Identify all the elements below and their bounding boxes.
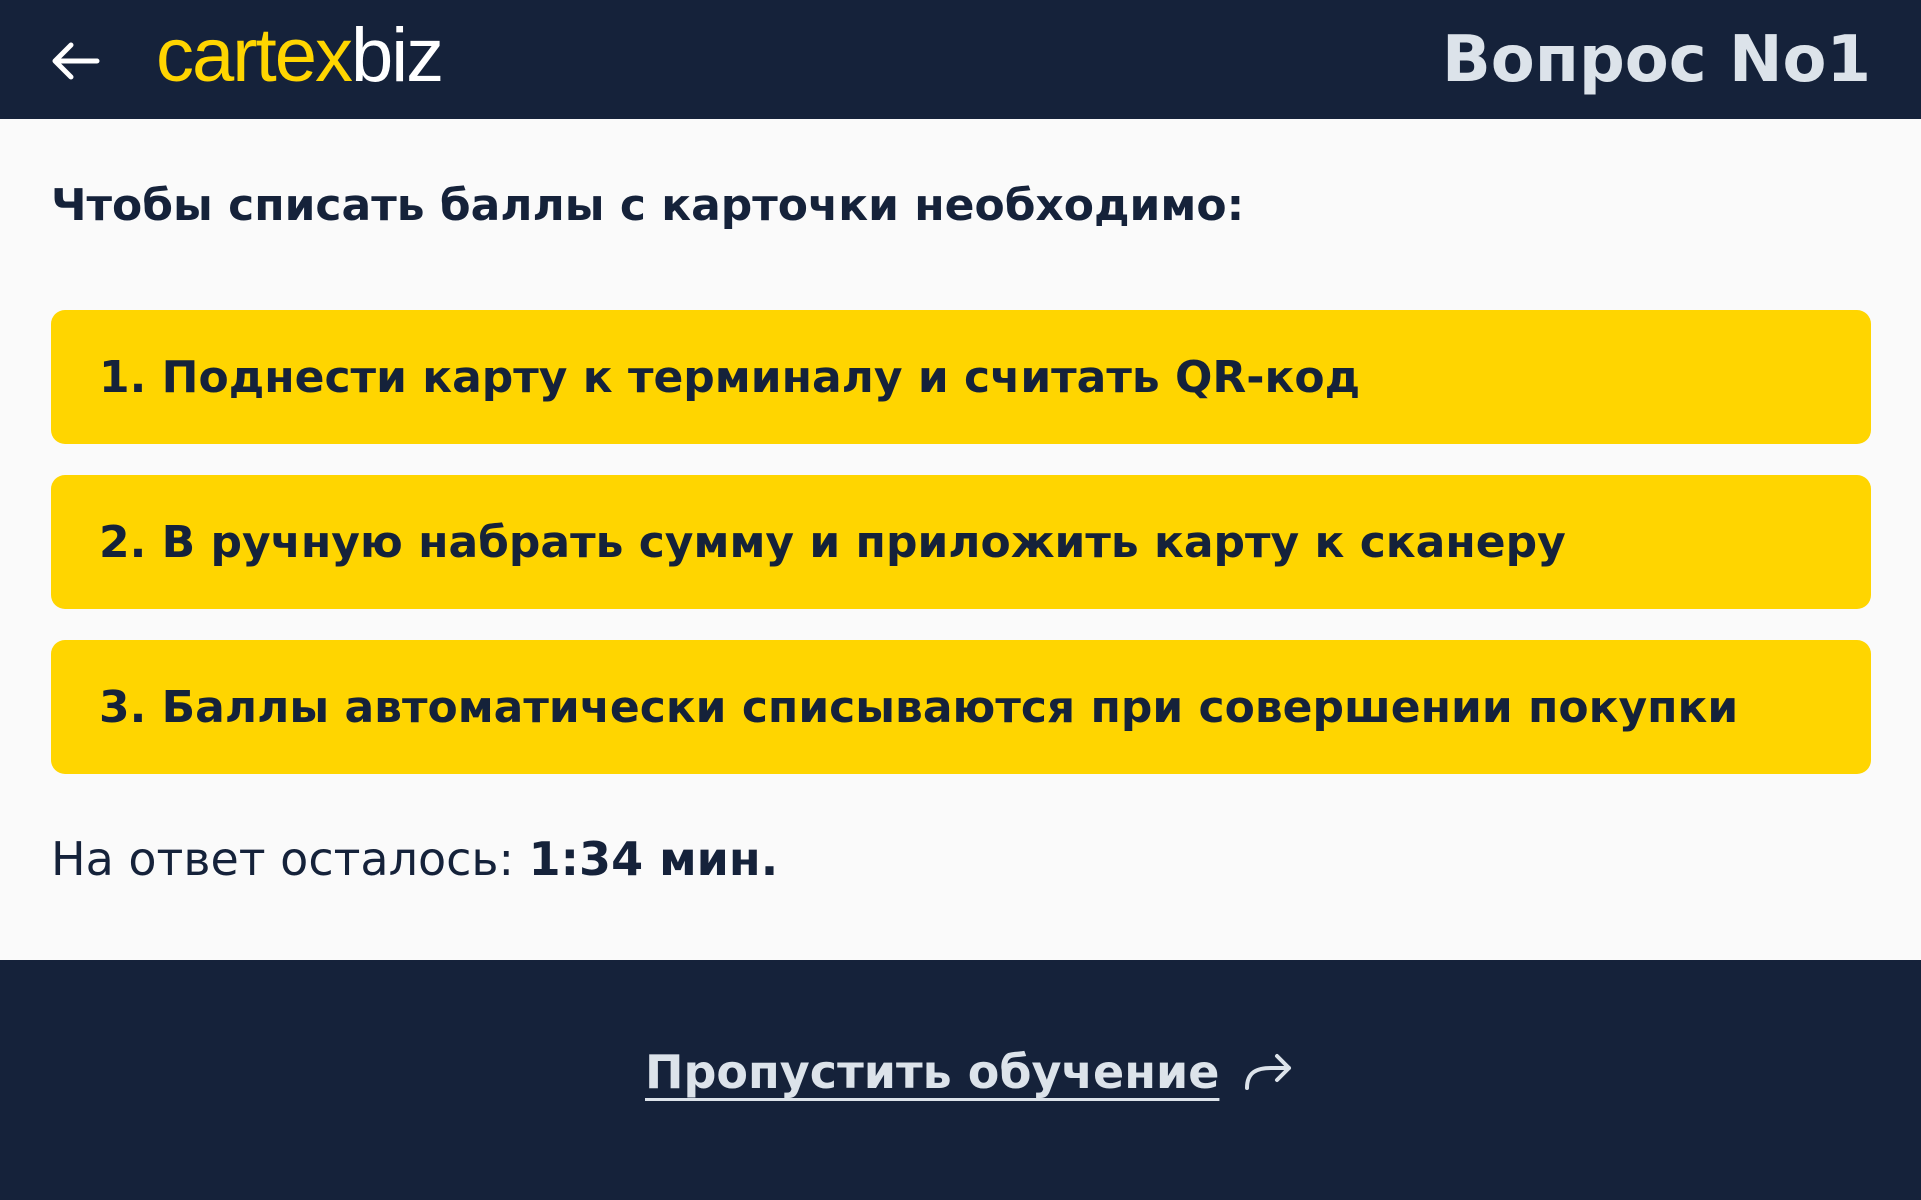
timer-label: На ответ осталось: [51,832,529,886]
question-prompt: Чтобы списать баллы с карточки необходим… [51,180,1245,231]
brand-logo: cartex biz [156,6,444,106]
top-bar: cartex biz Вопрос No1 [0,0,1921,119]
answer-option-label: 3. Баллы автоматически списываются при с… [99,681,1739,733]
logo-text-cartex: cartex [156,13,353,98]
answer-option-1[interactable]: 1. Поднести карту к терминалу и считать … [51,310,1871,444]
answer-option-3[interactable]: 3. Баллы автоматически списываются при с… [51,640,1871,774]
redirect-arrow-icon [1241,1050,1295,1094]
logo-text-biz: biz [350,13,444,98]
answer-option-2[interactable]: 2. В ручную набрать сумму и приложить ка… [51,475,1871,609]
answer-option-label: 2. В ручную набрать сумму и приложить ка… [99,516,1566,568]
answer-timer: На ответ осталось: 1:34 мин. [51,832,778,886]
answer-option-label: 1. Поднести карту к терминалу и считать … [99,351,1361,403]
timer-value: 1:34 мин. [528,832,779,886]
question-number: Вопрос No1 [1441,23,1871,97]
skip-tutorial-link[interactable]: Пропустить обучение [645,1036,1295,1108]
quiz-screen: cartex biz Вопрос No1 Чтобы списать баллы… [0,0,1921,1200]
back-button[interactable] [44,30,106,92]
skip-tutorial-label: Пропустить обучение [645,1045,1220,1099]
arrow-left-icon [52,42,100,80]
